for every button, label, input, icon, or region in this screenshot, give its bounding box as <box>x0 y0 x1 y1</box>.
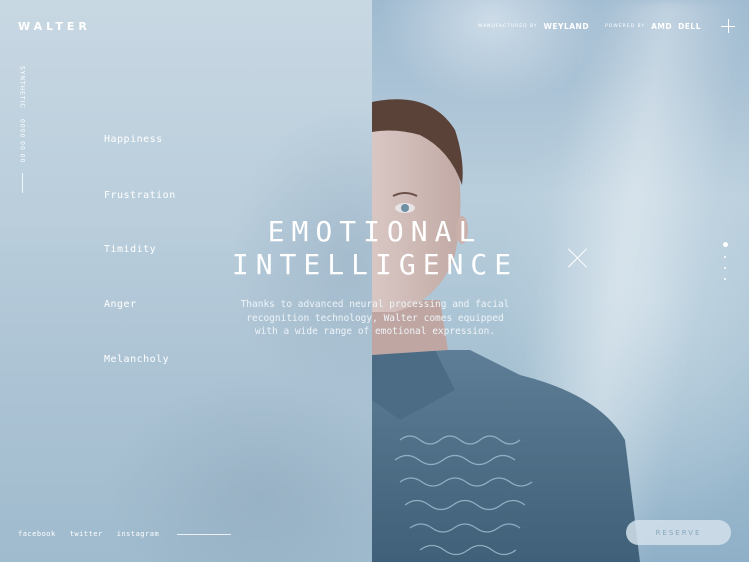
pager-dot-1[interactable] <box>722 242 728 247</box>
pager-dot-2[interactable] <box>724 256 726 258</box>
sidebar-vertical-meta: SYNTHETIC 0000 00 00 <box>15 66 29 193</box>
hero-title-line-1: EMOTIONAL <box>267 215 483 248</box>
social-links: facebook twitter instagram <box>18 530 232 538</box>
vertical-code: 0000 00 00 <box>18 118 26 163</box>
partner-logo-dell[interactable]: DELL <box>678 22 701 31</box>
manufactured-label: MANUFACTURED BY <box>478 23 538 29</box>
pager-dot-3[interactable] <box>724 267 726 269</box>
close-icon[interactable] <box>568 248 588 268</box>
slide-pager <box>720 242 730 280</box>
emotion-happiness[interactable]: Happiness <box>104 134 163 145</box>
emotion-melancholy[interactable]: Melancholy <box>104 354 169 365</box>
social-link-facebook[interactable]: facebook <box>18 530 56 538</box>
description-line: recognition technology, Walter comes equ… <box>246 312 504 324</box>
social-divider <box>177 533 232 535</box>
emotion-frustration[interactable]: Frustration <box>104 190 176 201</box>
plus-icon[interactable] <box>721 19 735 33</box>
description-line: Thanks to advanced neural processing and… <box>240 299 510 310</box>
vertical-label: SYNTHETIC <box>18 66 26 109</box>
page: WALTER SYNTHETIC 0000 00 00 Happiness Fr… <box>0 0 749 562</box>
pager-dot-4[interactable] <box>724 278 726 280</box>
emotion-timidity[interactable]: Timidity <box>104 244 156 255</box>
emotion-anger[interactable]: Anger <box>104 299 137 310</box>
powered-label: POWERED BY <box>605 23 646 29</box>
top-bar: MANUFACTURED BY WEYLAND POWERED BY AMD D… <box>478 19 735 33</box>
frosted-panel <box>0 0 372 562</box>
hero-description: Thanks to advanced neural processing and… <box>205 298 545 339</box>
manufacturer-logo[interactable]: WEYLAND <box>544 22 589 31</box>
partner-logo-amd[interactable]: AMD <box>651 22 672 31</box>
reserve-button[interactable]: RESERVE <box>626 520 731 545</box>
social-link-instagram[interactable]: instagram <box>117 530 159 538</box>
brand-logo[interactable]: WALTER <box>18 20 91 33</box>
description-line: with a wide range of emotional expressio… <box>254 326 496 337</box>
vertical-divider <box>21 172 23 193</box>
hero-title-line-2: INTELLIGENCE <box>231 248 519 281</box>
social-link-twitter[interactable]: twitter <box>70 530 103 538</box>
